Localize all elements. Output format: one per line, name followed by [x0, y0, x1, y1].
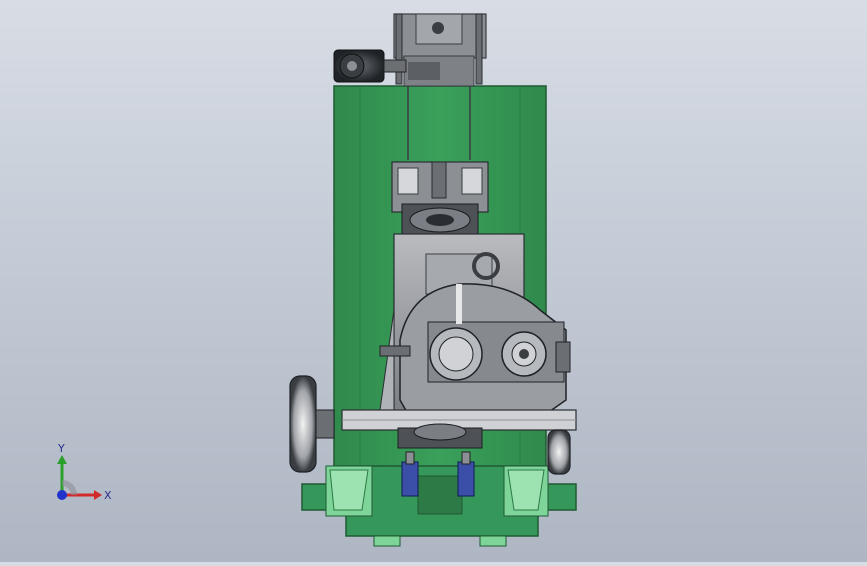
cad-viewport[interactable]: Y X [0, 0, 867, 562]
y-axis-label: Y [57, 442, 65, 455]
z-axis-marker [57, 480, 77, 500]
upper-carriage [391, 161, 489, 235]
right-wheel [547, 429, 571, 475]
coordinate-triad: Y X [57, 442, 112, 502]
cad-model-render[interactable] [0, 0, 867, 562]
x-axis-label: X [104, 489, 112, 502]
x-axis-arrow [62, 490, 102, 500]
y-axis-arrow [57, 455, 67, 495]
left-wheel [289, 375, 335, 473]
